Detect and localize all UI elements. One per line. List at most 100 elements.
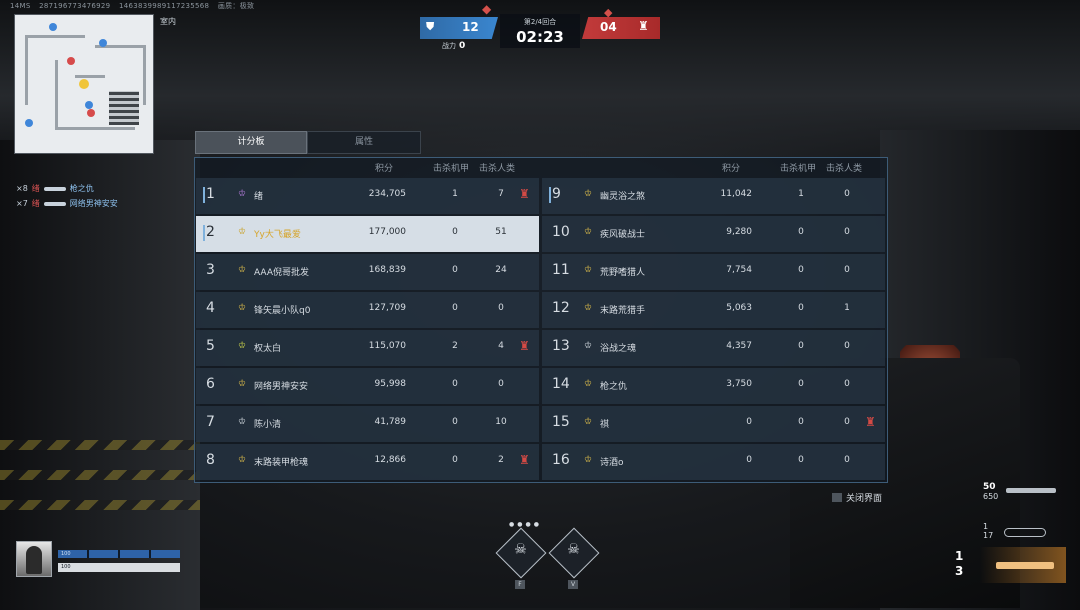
rank-badge-icon: ♔ — [238, 265, 247, 275]
bow-icon — [1004, 528, 1046, 537]
map-wall — [143, 45, 146, 105]
human-kills: 0 — [844, 265, 850, 275]
close-key-icon — [832, 493, 842, 502]
kill-streak-icon: ×8 — [16, 184, 28, 193]
map-stairs — [109, 91, 139, 125]
ally-marker — [99, 39, 107, 47]
rank-number: 10 — [552, 224, 570, 240]
scoreboard-row[interactable]: 15 ♔ 祺 0 0 0 ♜ — [542, 406, 885, 442]
scoreboard-row[interactable]: 4 ♔ 锋矢晨小队q0 127,709 0 0 — [196, 292, 539, 328]
scoreboard-row[interactable]: 16 ♔ 诗酒o 0 0 0 — [542, 444, 885, 480]
player-name: 绪 — [254, 192, 264, 202]
player-score: 9,280 — [726, 227, 752, 237]
scoreboard-row[interactable]: 5 ♔ 权太白 115,070 2 4 ♜ — [196, 330, 539, 366]
power-readout: 战力 0 — [442, 41, 465, 51]
rank-badge-icon: ♔ — [238, 227, 247, 237]
scoreboard-row[interactable]: 10 ♔ 疾风破战士 9,280 0 0 — [542, 216, 885, 252]
player-score: 3,750 — [726, 379, 752, 389]
skill-key-f: F — [515, 580, 525, 589]
rank-number: 9 — [552, 186, 561, 202]
hazard-stripe — [0, 440, 200, 450]
rank-number: 12 — [552, 300, 570, 316]
rank-number: 7 — [206, 414, 215, 430]
mech-kills: 0 — [798, 455, 804, 465]
victim-name: 网络男神安安 — [69, 199, 118, 208]
human-kills: 24 — [495, 265, 507, 275]
scoreboard-row[interactable]: 14 ♔ 枪之仇 3,750 0 0 — [542, 368, 885, 404]
red-team-score-panel: 04 ♜ — [582, 17, 660, 39]
kill-feed-entry: ×8 绪 枪之仇 — [16, 181, 118, 196]
map-wall — [55, 60, 58, 130]
scoreboard-row[interactable]: 3 ♔ AAA倪哥批发 168,839 0 24 — [196, 254, 539, 290]
active-weapon-slot[interactable]: 1 3 — [955, 547, 1066, 583]
player-score: 115,070 — [368, 341, 406, 351]
player-score: 0 — [746, 417, 752, 427]
rank-marker — [549, 187, 551, 203]
scoreboard-row[interactable]: 8 ♔ 末路装甲枪魂 12,866 0 2 ♜ — [196, 444, 539, 480]
rank-badge-icon: ♔ — [584, 265, 593, 275]
map-wall — [55, 127, 135, 130]
player-score: 7,754 — [726, 265, 752, 275]
health-value: 100 — [61, 564, 71, 570]
player-name: 浴战之魂 — [600, 344, 637, 354]
human-kills: 0 — [844, 455, 850, 465]
scoreboard-row[interactable]: 13 ♔ 浴战之魂 4,357 0 0 — [542, 330, 885, 366]
minimap[interactable] — [14, 14, 154, 154]
skill-slot-v[interactable]: ☠ — [548, 527, 600, 579]
scoreboard-row[interactable]: 12 ♔ 末路荒猎手 5,063 0 1 — [542, 292, 885, 328]
close-panel-button[interactable]: 关闭界面 — [832, 491, 882, 504]
mech-kills: 2 — [452, 341, 458, 351]
skill-slot-f[interactable]: ☠ — [495, 527, 547, 579]
blue-team-score: 12 — [462, 20, 479, 34]
rank-number: 1 — [206, 186, 215, 202]
player-score: 0 — [746, 455, 752, 465]
mech-status-icon: ♜ — [865, 415, 876, 429]
armor-segments — [58, 550, 180, 558]
human-kills: 0 — [844, 379, 850, 389]
tab-attributes[interactable]: 属性 — [307, 131, 421, 154]
primary-ammo-reserve: 650 — [983, 492, 999, 501]
rank-marker — [203, 225, 205, 241]
victim-name: 枪之仇 — [69, 184, 94, 193]
player-name: AAA倪哥批发 — [254, 268, 309, 278]
mech-status-icon: ♜ — [519, 453, 530, 467]
human-kills: 1 — [844, 303, 850, 313]
killer-name: 绪 — [31, 184, 40, 193]
rifle-icon — [1006, 488, 1056, 493]
tab-scoreboard[interactable]: 计分板 — [195, 131, 307, 154]
secondary-ammo: 17 — [983, 531, 994, 540]
scoreboard-row[interactable]: 6 ♔ 网络男神安安 95,998 0 0 — [196, 368, 539, 404]
player-score: 168,839 — [368, 265, 406, 275]
enemy-marker — [87, 109, 95, 117]
header-kill-human: 击杀人类 — [479, 164, 516, 174]
secondary-weapon: 1 17 — [983, 522, 993, 540]
mech-kills: 0 — [452, 265, 458, 275]
rank-marker — [203, 187, 205, 203]
scoreboard-row[interactable]: 1 ♔ 绪 234,705 1 7 ♜ — [196, 178, 539, 214]
header-kill-human: 击杀人类 — [826, 164, 863, 174]
header-kill-mech: 击杀机甲 — [433, 164, 470, 174]
active-slot-number: 1 — [955, 549, 964, 563]
player-name: 枪之仇 — [600, 382, 628, 392]
kill-feed-entry: ×7 绪 网络男神安安 — [16, 196, 118, 211]
player-name: 末路装甲枪魂 — [254, 458, 309, 468]
rank-number: 14 — [552, 376, 570, 392]
round-timer: 02:23 — [516, 28, 564, 46]
player-name: 末路荒猎手 — [600, 306, 646, 316]
player-marker — [79, 79, 89, 89]
mech-kills: 0 — [798, 341, 804, 351]
mech-kills: 0 — [452, 455, 458, 465]
scoreboard-row[interactable]: 7 ♔ 陈小清 41,789 0 10 — [196, 406, 539, 442]
rank-badge-icon: ♔ — [584, 417, 593, 427]
player-score: 41,789 — [374, 417, 407, 427]
mech-status-icon: ♜ — [519, 339, 530, 353]
scoreboard-row[interactable]: 11 ♔ 荒野嗜猎人 7,754 0 0 — [542, 254, 885, 290]
skull-icon: ☠ — [567, 541, 580, 558]
rank-number: 6 — [206, 376, 215, 392]
scoreboard-row[interactable]: 9 ♔ 幽灵浴之煞 11,042 1 0 — [542, 178, 885, 214]
human-kills: 0 — [498, 379, 504, 389]
hazard-stripe — [0, 470, 200, 480]
kill-feed: ×8 绪 枪之仇 ×7 绪 网络男神安安 — [16, 181, 118, 211]
human-kills: 2 — [498, 455, 504, 465]
scoreboard-row[interactable]: 2 ♔ Yy大飞最爱 177,000 0 51 — [196, 216, 539, 252]
